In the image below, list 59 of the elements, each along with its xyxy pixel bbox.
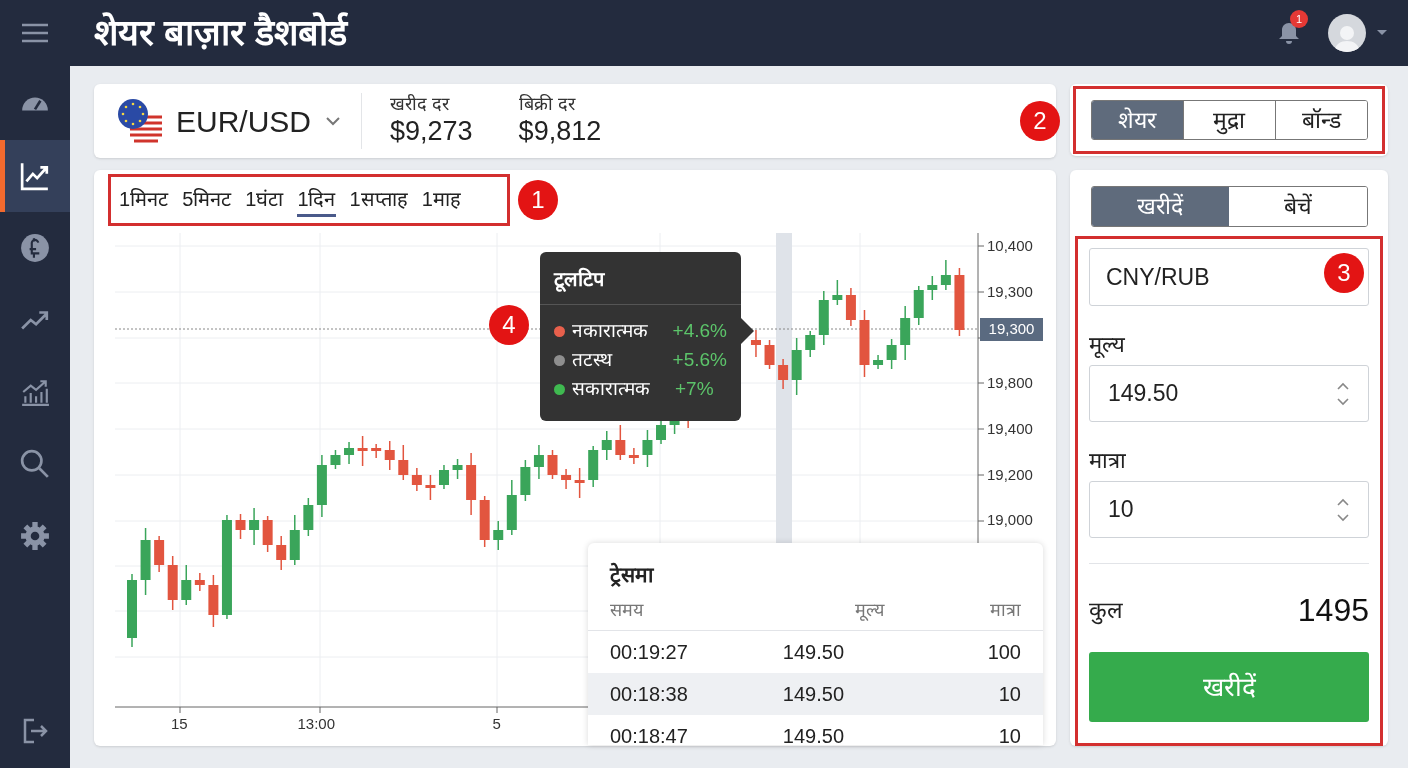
table-cell-text: 149.50 — [781, 723, 845, 745]
table-cell-text: 10 — [997, 723, 1021, 745]
table-row[interactable]: 00:18:47 149.50 10 — [588, 714, 1043, 745]
table-cell-text: 00:18:38 — [610, 681, 689, 707]
axis-label: 19,200 — [987, 467, 1033, 482]
notification-badge: 1 — [1290, 10, 1308, 28]
table-cell-text: 00:19:27 — [610, 639, 689, 665]
price-label: मूल्य — [1089, 331, 1125, 360]
axis-label: 5 — [492, 716, 501, 731]
table-cell-text: 149.50 — [781, 681, 845, 707]
order-side-tab[interactable]: खरीदें — [1091, 187, 1229, 226]
axis-label: 19,800 — [987, 375, 1033, 390]
panel-title: ट्रेसमा — [608, 561, 655, 589]
quantity-label: मात्रा — [1089, 447, 1126, 475]
axis-label: 13:00 — [297, 716, 336, 731]
price-tag: 19,300 — [980, 318, 1043, 341]
total-value: 1495 — [1297, 591, 1369, 630]
table-cell-text: 10 — [997, 681, 1021, 707]
tooltip-value: +4.6% — [672, 319, 727, 344]
market-tab[interactable]: बॉन्ड — [1274, 101, 1367, 139]
price-input[interactable]: 149.50 — [1089, 365, 1369, 422]
axis-label: 10,400 — [987, 238, 1033, 253]
callout-number: 4 — [489, 305, 529, 345]
tooltip-title: टूलटिप — [552, 266, 606, 294]
timeframe-tab[interactable]: 1दिन — [297, 183, 336, 217]
sell-rate-value: $9,812 — [518, 115, 602, 149]
sell-rate-label: बिक्री दर — [518, 92, 577, 116]
tooltip-label: तटस्थ — [571, 348, 614, 373]
total-label: कुल — [1089, 595, 1123, 627]
timeframe-tab[interactable]: 1सप्ताह — [349, 183, 408, 217]
axis-label: 15 — [171, 716, 188, 731]
table-row[interactable]: 00:19:27 149.50 100 — [588, 630, 1043, 673]
axis-label: 19,000 — [987, 512, 1033, 527]
buy-rate-label: खरीद दर — [390, 92, 451, 116]
buy-rate-value: $9,273 — [390, 115, 473, 149]
axis-label: 19,400 — [987, 421, 1033, 436]
table-cell-text: 149.50 — [781, 639, 845, 665]
column-header: समय — [610, 598, 645, 622]
timeframe-tab[interactable]: 1घंटा — [245, 183, 284, 217]
dashboard-title: शेयर बाज़ार डैशबोर्ड — [94, 11, 347, 55]
tooltip-value: +5.6% — [672, 348, 727, 373]
table-cell-text: 100 — [986, 639, 1021, 665]
callout-number: 1 — [518, 180, 558, 220]
quantity-input[interactable]: 10 — [1089, 481, 1369, 538]
tooltip-label: सकारात्मक — [572, 377, 651, 402]
callout-number: 2 — [1020, 101, 1060, 141]
timeframe-tab[interactable]: 1मिनट — [119, 183, 169, 217]
timeframe-tab[interactable]: 5मिनट — [182, 183, 232, 217]
tooltip-label: नकारात्मक — [571, 319, 649, 344]
column-header: मूल्य — [854, 598, 884, 623]
column-header: मात्रा — [989, 598, 1021, 622]
market-tab[interactable]: शेयर — [1091, 101, 1183, 139]
timeframe-tab[interactable]: 1माह — [421, 183, 461, 217]
table-cell-text: 00:18:47 — [610, 723, 689, 745]
table-row[interactable]: 00:18:38 149.50 10 — [588, 672, 1043, 715]
currency-pair[interactable]: EUR/USD — [176, 98, 311, 144]
axis-label: 19,300 — [987, 284, 1033, 299]
tooltip-value: +7% — [675, 377, 714, 402]
callout-number: 3 — [1324, 253, 1364, 293]
